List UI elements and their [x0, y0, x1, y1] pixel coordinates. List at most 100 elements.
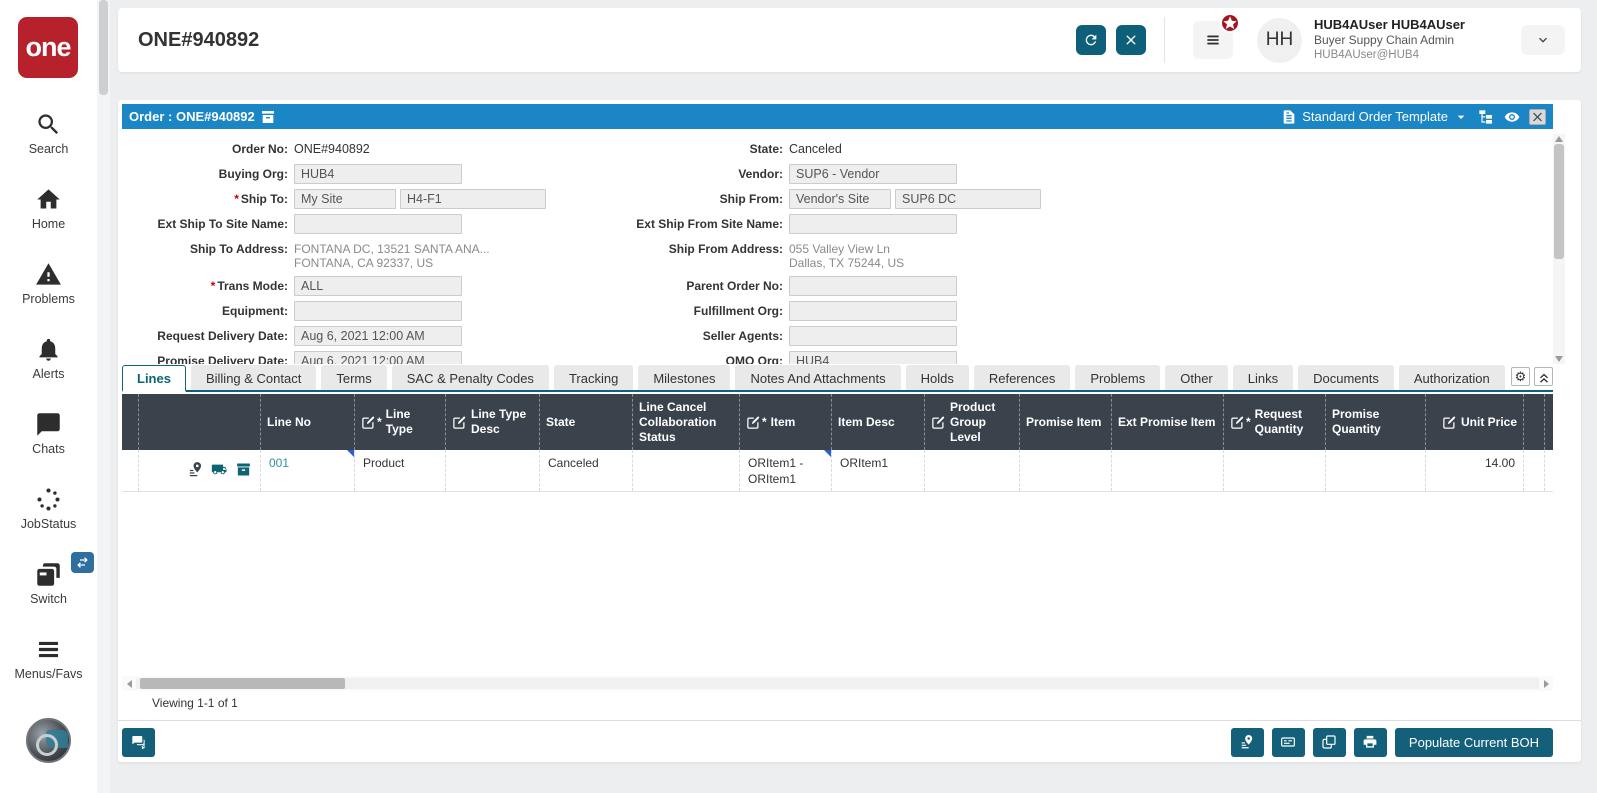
- tab-billing-contact[interactable]: Billing & Contact: [190, 365, 317, 390]
- column-header-blank-0[interactable]: [122, 394, 139, 450]
- page-scrollbar[interactable]: [97, 0, 110, 793]
- field-input[interactable]: Aug 6, 2021 12:00 AM: [294, 350, 462, 364]
- field-input[interactable]: ALL: [294, 275, 462, 296]
- field-input[interactable]: HUB4: [294, 164, 462, 184]
- tab-links[interactable]: Links: [1232, 365, 1294, 390]
- form-scrollbar[interactable]: [1553, 134, 1565, 364]
- chat-button[interactable]: [122, 727, 155, 757]
- truck-icon[interactable]: [211, 461, 228, 478]
- column-header-ext-promise-item[interactable]: Ext Promise Item: [1112, 394, 1224, 450]
- print-button[interactable]: [1353, 727, 1387, 757]
- field-input[interactable]: SUP6 - Vendor: [789, 164, 957, 184]
- populate-boh-button[interactable]: Populate Current BOH: [1394, 727, 1553, 757]
- collapse-button[interactable]: [1534, 367, 1553, 386]
- copy-button[interactable]: [1312, 727, 1346, 757]
- column-header-line-no[interactable]: Line No: [261, 394, 355, 450]
- column-header-line-cancel-collaboration-status[interactable]: Line Cancel Collaboration Status: [633, 394, 740, 450]
- favorite-star-badge: [1220, 13, 1240, 33]
- favorites-menu-button[interactable]: [1193, 13, 1240, 59]
- tab-sac-penalty-codes[interactable]: SAC & Penalty Codes: [391, 365, 549, 390]
- card-view-button[interactable]: [1271, 727, 1305, 757]
- column-header-promise-item[interactable]: Promise Item: [1020, 394, 1112, 450]
- refresh-button[interactable]: [1076, 25, 1106, 55]
- grid-header-row: Line No * Line Type Line Type Desc State Line…: [122, 394, 1553, 450]
- sidebar-item-problems[interactable]: Problems: [0, 246, 97, 321]
- sidebar-item-menus[interactable]: Menus/Favs: [0, 621, 97, 696]
- field-input[interactable]: Aug 6, 2021 12:00 AM: [294, 325, 462, 346]
- tab-authorization[interactable]: Authorization: [1398, 365, 1505, 390]
- column-header-promise-quantity[interactable]: Promise Quantity: [1326, 394, 1426, 450]
- order-box-icon[interactable]: [260, 109, 276, 125]
- field-input[interactable]: Vendor's Site: [789, 189, 891, 209]
- tab-problems[interactable]: Problems: [1075, 365, 1161, 390]
- header-divider: [1164, 17, 1165, 63]
- tab-tracking[interactable]: Tracking: [553, 365, 634, 390]
- sidebar-item-chats[interactable]: Chats: [0, 396, 97, 471]
- template-selector[interactable]: Standard Order Template: [1281, 109, 1469, 125]
- close-page-button[interactable]: [1116, 25, 1146, 55]
- column-header-blank-15[interactable]: [1524, 394, 1545, 450]
- panel-close-button[interactable]: [1529, 108, 1546, 125]
- archive-icon[interactable]: [235, 461, 252, 478]
- column-header-item[interactable]: * Item: [740, 394, 832, 450]
- tab-holds[interactable]: Holds: [905, 365, 969, 390]
- field-input[interactable]: My Site: [294, 189, 396, 209]
- tab-notes-and-attachments[interactable]: Notes And Attachments: [735, 365, 901, 390]
- sidebar-item-jobstatus[interactable]: JobStatus: [0, 471, 97, 546]
- tab-other[interactable]: Other: [1165, 365, 1228, 390]
- column-header-product-group-level[interactable]: Product Group Level: [925, 394, 1020, 450]
- order-panel: Order : ONE#940892 Standard Order Templa…: [118, 100, 1581, 762]
- field-input[interactable]: [789, 214, 957, 234]
- tab-lines[interactable]: Lines: [122, 365, 186, 392]
- edit-icon: [931, 415, 946, 430]
- hscroll-track[interactable]: [136, 678, 1539, 689]
- field-input[interactable]: H4-F1: [400, 189, 546, 209]
- column-header-line-type[interactable]: * Line Type: [355, 394, 446, 450]
- field-input[interactable]: [789, 275, 957, 296]
- form-row-right-8: OMO Org: HUB4: [560, 350, 1180, 364]
- location-icon[interactable]: [187, 461, 204, 478]
- tab-milestones[interactable]: Milestones: [638, 365, 731, 390]
- field-input[interactable]: [789, 325, 957, 346]
- warning-icon: [35, 261, 62, 288]
- field-input[interactable]: [294, 214, 462, 234]
- field-input[interactable]: SUP6 DC: [895, 189, 1041, 209]
- required-marker: *: [210, 278, 216, 293]
- app-logo[interactable]: one: [18, 17, 78, 78]
- grid-settings-button[interactable]: ⚙: [1511, 367, 1530, 386]
- line-no-link[interactable]: 001: [269, 456, 289, 470]
- sidebar-item-home[interactable]: Home: [0, 171, 97, 246]
- column-header-state[interactable]: State: [540, 394, 633, 450]
- sidebar-item-switch[interactable]: Switch: [0, 546, 97, 621]
- field-input[interactable]: [789, 300, 957, 321]
- switch-badge[interactable]: [71, 552, 94, 573]
- tab-terms[interactable]: Terms: [321, 365, 387, 390]
- field-input[interactable]: HUB4: [789, 350, 957, 364]
- column-header-blank-1[interactable]: [139, 394, 261, 450]
- column-header-line-type-desc[interactable]: Line Type Desc: [446, 394, 540, 450]
- hscroll-thumb[interactable]: [140, 678, 345, 689]
- field-label: Ship From:: [719, 192, 783, 206]
- tab-documents[interactable]: Documents: [1298, 365, 1394, 390]
- sidebar-item-search[interactable]: Search: [0, 96, 97, 171]
- tab-references[interactable]: References: [973, 365, 1071, 390]
- column-header-unit-price[interactable]: Unit Price: [1426, 394, 1524, 450]
- field-input[interactable]: [294, 300, 462, 321]
- hscroll-right-arrow[interactable]: [1539, 676, 1553, 691]
- grid-hscrollbar[interactable]: [122, 676, 1553, 691]
- visibility-button[interactable]: [1504, 109, 1521, 124]
- hierarchy-button[interactable]: [1478, 109, 1495, 124]
- column-label: Line Type: [385, 407, 413, 436]
- field-value: SUP6 - Vendor: [789, 164, 957, 184]
- column-header-item-desc[interactable]: Item Desc: [832, 394, 925, 450]
- assistant-orb-icon[interactable]: [26, 718, 71, 763]
- user-avatar[interactable]: HH: [1257, 17, 1302, 63]
- track-button[interactable]: [1230, 727, 1264, 757]
- form-scrollbar-thumb[interactable]: [1554, 144, 1564, 259]
- order-panel-titlebar: Order : ONE#940892 Standard Order Templa…: [122, 104, 1553, 129]
- page-scrollbar-thumb[interactable]: [99, 0, 108, 95]
- column-header-request-quantity[interactable]: * Request Quantity: [1224, 394, 1326, 450]
- hscroll-left-arrow[interactable]: [122, 676, 136, 691]
- user-menu-caret[interactable]: [1521, 25, 1565, 55]
- sidebar-item-alerts[interactable]: Alerts: [0, 321, 97, 396]
